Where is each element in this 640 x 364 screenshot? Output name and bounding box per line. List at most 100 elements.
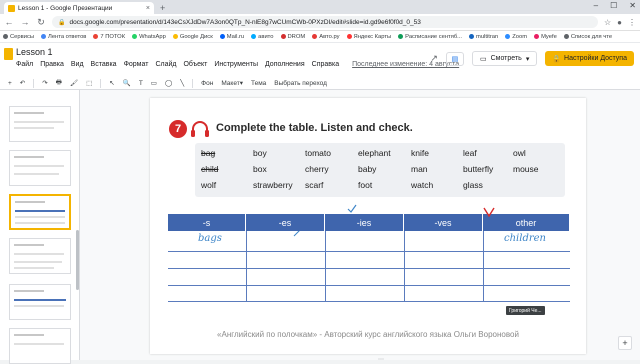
toolbar-button[interactable]: T <box>139 80 143 87</box>
toolbar-button[interactable]: + <box>8 80 12 87</box>
word-item: knife <box>411 148 429 158</box>
bookmark-item[interactable]: Яндекс Карты <box>346 34 391 40</box>
table-header-cell: -ies <box>325 214 404 231</box>
menu-item[interactable]: Правка <box>40 61 64 68</box>
menu-icon[interactable]: ⋮ <box>628 18 636 27</box>
bookmark-item[interactable]: Myefe <box>534 34 557 40</box>
menu-item[interactable]: Инструменты <box>214 61 258 68</box>
bookmark-icon <box>534 34 540 39</box>
toolbar-button[interactable]: ╲ <box>180 79 184 87</box>
handwritten-answer: bags <box>198 233 222 244</box>
slides-logo-icon[interactable] <box>4 48 13 60</box>
bookmark-item[interactable]: WhatsApp <box>132 34 166 40</box>
toolbar-button[interactable]: ⬚ <box>86 79 92 87</box>
back-button[interactable]: ← <box>4 17 14 27</box>
address-bar: ← → ↻ 🔒 docs.google.com/presentation/d/1… <box>0 14 640 31</box>
slide-caption: «Английский по полочкам» - Авторский кур… <box>217 330 519 339</box>
toolbar-button[interactable]: 🖌 <box>70 79 78 87</box>
menu-item[interactable]: Слайд <box>155 61 176 68</box>
slide-thumbnail[interactable] <box>9 150 71 186</box>
slide-thumbnail-selected[interactable] <box>9 194 71 230</box>
browser-tab-bar: Lesson 1 - Google Презентации × + – ☐ ✕ <box>0 0 640 14</box>
table-header-cell: -ves <box>404 214 483 231</box>
bookmark-icon <box>280 34 286 39</box>
bookmark-icon <box>3 34 8 39</box>
reload-button[interactable]: ↻ <box>36 17 46 28</box>
share-button[interactable]: 🔒 Настройки Доступа <box>545 51 634 66</box>
menu-item[interactable]: Вид <box>71 61 84 68</box>
bookmark-item[interactable]: Google Диск <box>172 34 213 40</box>
bookmark-item[interactable]: Сервисы <box>3 34 34 40</box>
bookmark-icon <box>505 34 511 39</box>
menu-item[interactable]: Вставка <box>91 61 117 68</box>
toolbar-button[interactable]: Выбрать переход <box>274 80 327 87</box>
menu-item[interactable]: Формат <box>124 61 149 68</box>
header-actions: ↗ ▤ ▭ Смотреть ▾ 🔒 Настройки Доступа <box>430 51 634 66</box>
bookmark-label: 7 ПОТОК <box>100 33 126 40</box>
word-item: strawberry <box>253 180 293 190</box>
bookmark-item[interactable]: 7 ПОТОК <box>93 34 125 40</box>
menu-item[interactable]: Файл <box>16 61 33 68</box>
forward-button[interactable]: → <box>20 17 30 27</box>
toolbar-button[interactable]: Фон <box>201 80 213 87</box>
comment-button[interactable]: ▤ <box>445 51 464 66</box>
browser-tab[interactable]: Lesson 1 - Google Презентации × <box>4 2 154 14</box>
toolbar-button[interactable]: Макет▾ <box>221 79 243 87</box>
filmstrip-scrollbar[interactable] <box>76 230 79 290</box>
bookmark-item[interactable]: Список для чте <box>563 34 612 40</box>
menu-item[interactable]: Объект <box>183 61 207 68</box>
toolbar-divider <box>100 78 102 88</box>
tab-close-icon[interactable]: × <box>146 5 150 12</box>
bookmark-item[interactable]: multitran <box>469 34 498 40</box>
present-icon: ▭ <box>479 55 487 63</box>
bookmark-label: Mail.ru <box>226 33 245 40</box>
toolbar-button[interactable]: Тема <box>251 80 266 87</box>
slide-thumbnail[interactable] <box>9 238 71 274</box>
table-header-cell: other <box>483 214 570 231</box>
menu-item[interactable]: Дополнения <box>265 61 305 68</box>
bookmark-label: авито <box>258 33 274 40</box>
explore-button[interactable]: + <box>618 336 632 350</box>
bookmark-item[interactable]: DROM <box>280 34 305 40</box>
bookmark-item[interactable]: Расписание сентяб... <box>398 34 462 40</box>
slide[interactable]: 7 Complete the table. Listen and check. … <box>150 98 586 354</box>
url-field[interactable]: 🔒 docs.google.com/presentation/d/143eCsX… <box>52 16 598 28</box>
word-item: watch <box>411 180 434 190</box>
toolbar-button[interactable]: ▭ <box>151 79 157 87</box>
bookmark-item[interactable]: авито <box>251 33 274 40</box>
slide-thumbnail[interactable] <box>9 284 71 320</box>
bookmark-icon <box>172 34 178 39</box>
url-text: docs.google.com/presentation/d/143eCsXJd… <box>69 18 421 26</box>
slide-thumbnail[interactable] <box>9 106 71 142</box>
toolbar-button[interactable]: ↶ <box>20 79 25 87</box>
toolbar-button[interactable]: 🖶 <box>56 78 62 89</box>
bookmark-icon <box>132 34 138 39</box>
word-item: child <box>201 164 219 174</box>
slide-thumbnail[interactable] <box>9 328 71 364</box>
answer-table: bags children -s -es -ies -ves other <box>168 214 570 302</box>
bookmark-label: Myefe <box>541 33 557 40</box>
star-icon[interactable]: ☆ <box>604 18 611 27</box>
bookmark-item[interactable]: Лента ответов <box>41 34 86 40</box>
bookmark-item[interactable]: Авто.ру <box>312 34 340 40</box>
bookmark-icon <box>312 34 318 39</box>
present-button[interactable]: ▭ Смотреть ▾ <box>471 51 538 66</box>
document-title[interactable]: Lesson 1 <box>16 47 53 57</box>
minimize-button[interactable]: – <box>594 1 598 10</box>
bookmark-item[interactable]: Mail.ru <box>219 33 245 40</box>
bookmark-icon <box>469 34 474 39</box>
toolbar-button[interactable]: 🔍 <box>123 79 131 87</box>
word-item: owl <box>513 148 526 158</box>
menu-item[interactable]: Справка <box>312 61 339 68</box>
maximize-button[interactable]: ☐ <box>610 1 617 10</box>
toolbar-button[interactable]: ↖ <box>109 79 114 87</box>
word-item: glass <box>463 180 483 190</box>
profile-icon[interactable]: ● <box>617 18 622 27</box>
close-window-button[interactable]: ✕ <box>629 1 636 10</box>
table-header-cell: -s <box>168 214 246 231</box>
toolbar-button[interactable]: ◯ <box>165 79 172 87</box>
bookmark-item[interactable]: Zoom <box>505 34 527 40</box>
new-tab-button[interactable]: + <box>160 3 165 13</box>
comments-icon[interactable]: ↗ <box>430 53 438 64</box>
toolbar-button[interactable]: ↷ <box>42 79 47 87</box>
